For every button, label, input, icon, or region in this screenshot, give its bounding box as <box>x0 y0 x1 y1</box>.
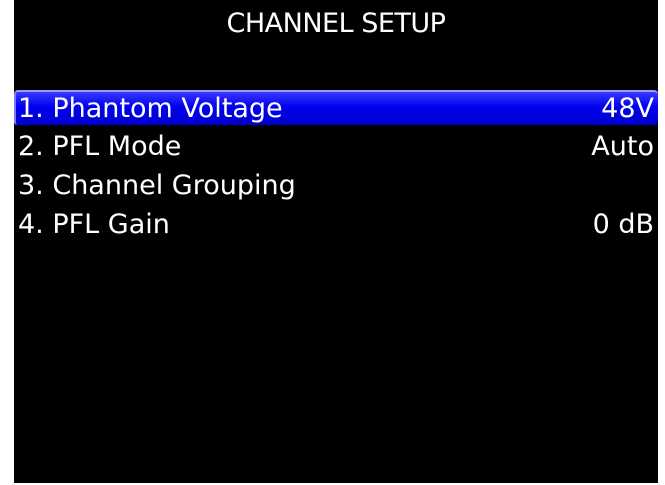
channel-setup-menu: 1. Phantom Voltage 48V 2. PFL Mode Auto … <box>14 90 658 246</box>
menu-item-channel-grouping[interactable]: 3. Channel Grouping <box>14 168 658 203</box>
menu-item-pfl-gain[interactable]: 4. PFL Gain 0 dB <box>14 207 658 242</box>
menu-item-label: 1. Phantom Voltage <box>18 93 283 124</box>
menu-item-value: 48V <box>601 93 654 124</box>
menu-item-label: 3. Channel Grouping <box>18 170 296 201</box>
menu-item-label: 4. PFL Gain <box>18 209 170 240</box>
menu-item-value: Auto <box>591 131 654 162</box>
menu-item-value: 0 dB <box>592 209 654 240</box>
menu-item-label: 2. PFL Mode <box>18 131 182 162</box>
menu-item-pfl-mode[interactable]: 2. PFL Mode Auto <box>14 129 658 164</box>
device-screen: CHANNEL SETUP 1. Phantom Voltage 48V 2. … <box>14 0 658 483</box>
screen-title: CHANNEL SETUP <box>226 8 446 39</box>
menu-item-phantom-voltage[interactable]: 1. Phantom Voltage 48V <box>14 90 658 125</box>
